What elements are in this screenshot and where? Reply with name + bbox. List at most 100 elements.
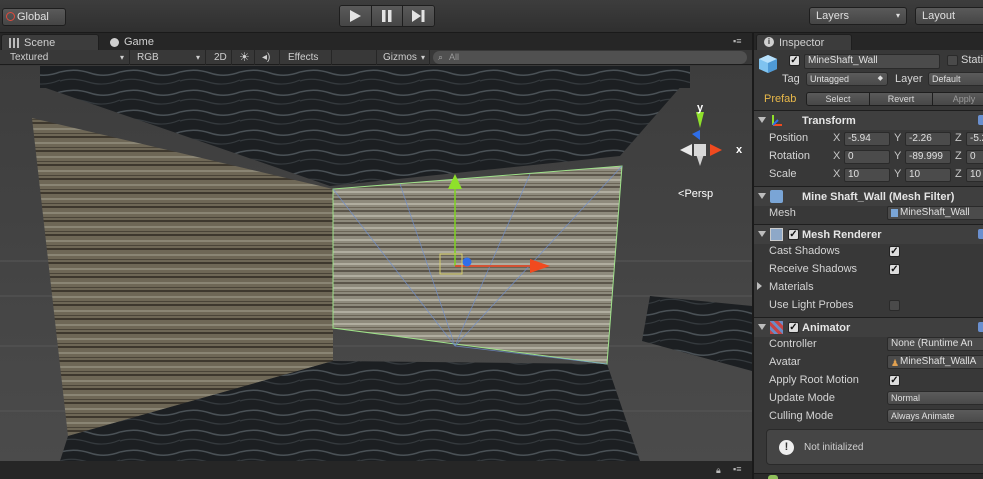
use-light-probes-checkbox[interactable] bbox=[889, 300, 900, 311]
scale-row: Scale X 10 Y 10 Z 10 bbox=[754, 166, 983, 184]
position-x-field[interactable]: -5.94 bbox=[844, 132, 890, 146]
tab-game[interactable]: Game bbox=[102, 34, 182, 50]
static-checkbox[interactable] bbox=[947, 55, 958, 66]
avatar-value: MineShaft_WallA bbox=[900, 356, 977, 367]
layers-label: Layers bbox=[816, 10, 850, 22]
toggle-2d-button[interactable]: 2D bbox=[208, 50, 232, 65]
mesh-renderer-header[interactable]: ✓ Mesh Renderer bbox=[754, 224, 983, 244]
animator-header[interactable]: ✓ Animator bbox=[754, 317, 983, 337]
fold-icon bbox=[758, 231, 766, 237]
layout-dropdown[interactable]: Layout bbox=[915, 7, 983, 25]
prefab-revert-button[interactable]: Revert bbox=[870, 93, 933, 105]
cast-shadows-checkbox[interactable]: ✓ bbox=[889, 246, 900, 257]
controller-field[interactable]: None (Runtime An bbox=[887, 337, 983, 351]
mesh-filter-header[interactable]: Mine Shaft_Wall (Mesh Filter) bbox=[754, 186, 983, 206]
pivot-rotation-toggle[interactable]: Global bbox=[2, 8, 66, 26]
layers-dropdown[interactable]: Layers ▾ bbox=[809, 7, 907, 25]
rotation-row: Rotation X 0 Y -89.999 Z 0 bbox=[754, 148, 983, 166]
receive-shadows-label: Receive Shadows bbox=[769, 263, 858, 275]
tab-scene[interactable]: Scene bbox=[1, 34, 99, 50]
orientation-gizmo[interactable]: y x <Persp bbox=[670, 102, 750, 206]
transform-header[interactable]: Transform bbox=[754, 110, 983, 130]
prefab-buttons: Select Revert Apply bbox=[806, 92, 983, 106]
cast-shadows-label: Cast Shadows bbox=[769, 245, 840, 257]
axis-y-label: Y bbox=[894, 168, 902, 180]
panel-menu-icon[interactable]: ▪≡ bbox=[733, 36, 741, 46]
apply-root-motion-checkbox[interactable]: ✓ bbox=[889, 375, 900, 386]
panel-menu-icon[interactable]: ▪≡ bbox=[733, 464, 741, 474]
position-label: Position bbox=[769, 132, 809, 144]
component-settings-icon[interactable] bbox=[978, 322, 983, 332]
info-icon: ! bbox=[779, 440, 794, 455]
mesh-value: MineShaft_Wall bbox=[900, 207, 970, 218]
axis-gizmo-icon bbox=[680, 112, 722, 166]
active-checkbox[interactable]: ✓ bbox=[789, 55, 800, 66]
receive-shadows-row: Receive Shadows ✓ bbox=[754, 261, 983, 279]
color-mode-dropdown[interactable]: RGB ▾ bbox=[131, 50, 206, 65]
layer-label: Layer bbox=[895, 73, 923, 85]
play-button[interactable] bbox=[340, 6, 372, 26]
animator-status-box: ! Not initialized bbox=[766, 429, 983, 465]
chevron-down-icon: ▾ bbox=[119, 53, 124, 62]
position-z-field[interactable]: -5.2 bbox=[966, 132, 983, 146]
component-settings-icon[interactable] bbox=[978, 115, 983, 125]
materials-row[interactable]: Materials bbox=[754, 279, 983, 297]
transform-icon bbox=[772, 115, 782, 126]
projection-toggle[interactable]: <Persp bbox=[678, 188, 713, 200]
controller-label: Controller bbox=[769, 338, 817, 350]
component-settings-icon[interactable] bbox=[978, 229, 983, 239]
gizmos-dropdown[interactable]: Gizmos ▾ bbox=[376, 50, 430, 65]
effects-dropdown[interactable]: Effects bbox=[282, 50, 332, 65]
scene-viewport[interactable]: y x <Persp bbox=[0, 66, 752, 461]
animator-enabled-checkbox[interactable]: ✓ bbox=[788, 322, 799, 333]
scene-audio-toggle[interactable]: ◂) bbox=[256, 50, 280, 65]
position-row: Position X -5.94 Y -2.26 Z -5.2 bbox=[754, 130, 983, 148]
step-button[interactable] bbox=[403, 6, 434, 26]
layer-dropdown[interactable]: Default bbox=[928, 72, 983, 86]
main-toolbar: Global Layers ▾ Layout bbox=[0, 0, 983, 33]
tab-inspector[interactable]: i Inspector bbox=[756, 34, 852, 50]
scene-lighting-toggle[interactable]: ☀ bbox=[233, 50, 255, 65]
mesh-asset-icon bbox=[891, 209, 898, 217]
next-component-edge bbox=[754, 473, 983, 479]
rotation-x-field[interactable]: 0 bbox=[844, 150, 890, 164]
inspector-panel: i Inspector ✓ MineShaft_Wall Static Tag … bbox=[752, 33, 983, 479]
position-y-field[interactable]: -2.26 bbox=[905, 132, 951, 146]
controller-row: Controller None (Runtime An bbox=[754, 336, 983, 354]
static-label: Static bbox=[961, 54, 983, 66]
avatar-field[interactable]: ♟ MineShaft_WallA bbox=[887, 355, 983, 369]
component-icon bbox=[768, 475, 778, 479]
mesh-renderer-enabled-checkbox[interactable]: ✓ bbox=[788, 229, 799, 240]
scene-search-field[interactable]: ⌕ All bbox=[433, 51, 747, 64]
rotation-y-field[interactable]: -89.999 bbox=[905, 150, 951, 164]
axis-x-label: X bbox=[833, 132, 841, 144]
apply-root-motion-row: Apply Root Motion ✓ bbox=[754, 372, 983, 390]
render-mode-dropdown[interactable]: Textured ▾ bbox=[4, 50, 130, 65]
tag-dropdown[interactable]: Untagged ◆ bbox=[806, 72, 888, 86]
prefab-label: Prefab bbox=[764, 93, 797, 105]
mesh-field[interactable]: MineShaft_Wall bbox=[887, 206, 983, 220]
lock-icon[interactable]: 🔒︎ bbox=[716, 465, 721, 476]
fold-icon bbox=[758, 324, 766, 330]
rotation-z-field[interactable]: 0 bbox=[966, 150, 983, 164]
axis-x-label: X bbox=[833, 150, 841, 162]
receive-shadows-checkbox[interactable]: ✓ bbox=[889, 264, 900, 275]
scale-y-field[interactable]: 10 bbox=[905, 168, 951, 182]
avatar-icon: ♟ bbox=[891, 358, 900, 368]
culling-mode-dropdown[interactable]: Always Animate bbox=[887, 409, 983, 423]
object-name-field[interactable]: MineShaft_Wall bbox=[804, 54, 940, 69]
scene-status-bar: 🔒︎ ▪≡ bbox=[0, 461, 752, 479]
update-mode-dropdown[interactable]: Normal bbox=[887, 391, 983, 405]
pause-button[interactable] bbox=[371, 6, 404, 26]
gizmos-label: Gizmos bbox=[383, 52, 417, 63]
toggle-2d-label: 2D bbox=[214, 52, 227, 63]
prefab-select-button[interactable]: Select bbox=[807, 93, 870, 105]
layer-value: Default bbox=[932, 74, 961, 84]
mesh-renderer-icon bbox=[770, 228, 783, 241]
scale-x-field[interactable]: 10 bbox=[844, 168, 890, 182]
chevron-down-icon: ▾ bbox=[195, 53, 200, 62]
axis-z-label: Z bbox=[955, 132, 962, 144]
tag-value: Untagged bbox=[810, 74, 850, 84]
prefab-apply-button[interactable]: Apply bbox=[933, 93, 983, 105]
scale-z-field[interactable]: 10 bbox=[966, 168, 983, 182]
